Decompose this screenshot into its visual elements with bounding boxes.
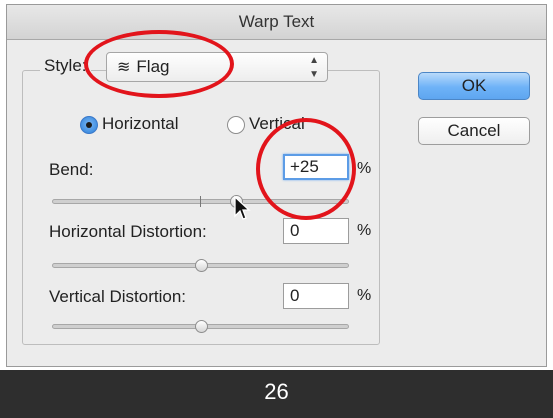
horizontal-distortion-field[interactable]: 0 [283, 218, 349, 244]
radio-selected-icon [80, 115, 98, 134]
bend-slider-center-tick [200, 196, 201, 207]
style-label: Style: [40, 56, 91, 76]
horizontal-distortion-unit: % [357, 222, 372, 239]
mouse-pointer-icon [234, 196, 251, 220]
bend-label: Bend: [49, 160, 94, 179]
chevron-updown-icon: ▲ ▼ [309, 55, 319, 80]
horizontal-distortion-slider-knob[interactable] [195, 259, 208, 272]
bend-unit: % [357, 160, 372, 177]
dialog-title: Warp Text [7, 5, 546, 40]
cancel-button[interactable]: Cancel [418, 117, 530, 145]
horizontal-distortion-label: Horizontal Distortion: [49, 222, 207, 241]
page-number-caption: 26 [0, 370, 553, 418]
radio-horizontal[interactable]: Horizontal [80, 114, 179, 134]
ok-button[interactable]: OK [418, 72, 530, 100]
vertical-distortion-unit: % [357, 287, 372, 304]
radio-unselected-icon [227, 115, 245, 134]
vertical-distortion-slider-knob[interactable] [195, 320, 208, 333]
annotation-circle-style [84, 30, 234, 98]
vertical-distortion-field[interactable]: 0 [283, 283, 349, 309]
annotation-circle-bend [256, 118, 356, 220]
radio-horizontal-label: Horizontal [102, 114, 179, 133]
vertical-distortion-label: Vertical Distortion: [49, 287, 186, 306]
